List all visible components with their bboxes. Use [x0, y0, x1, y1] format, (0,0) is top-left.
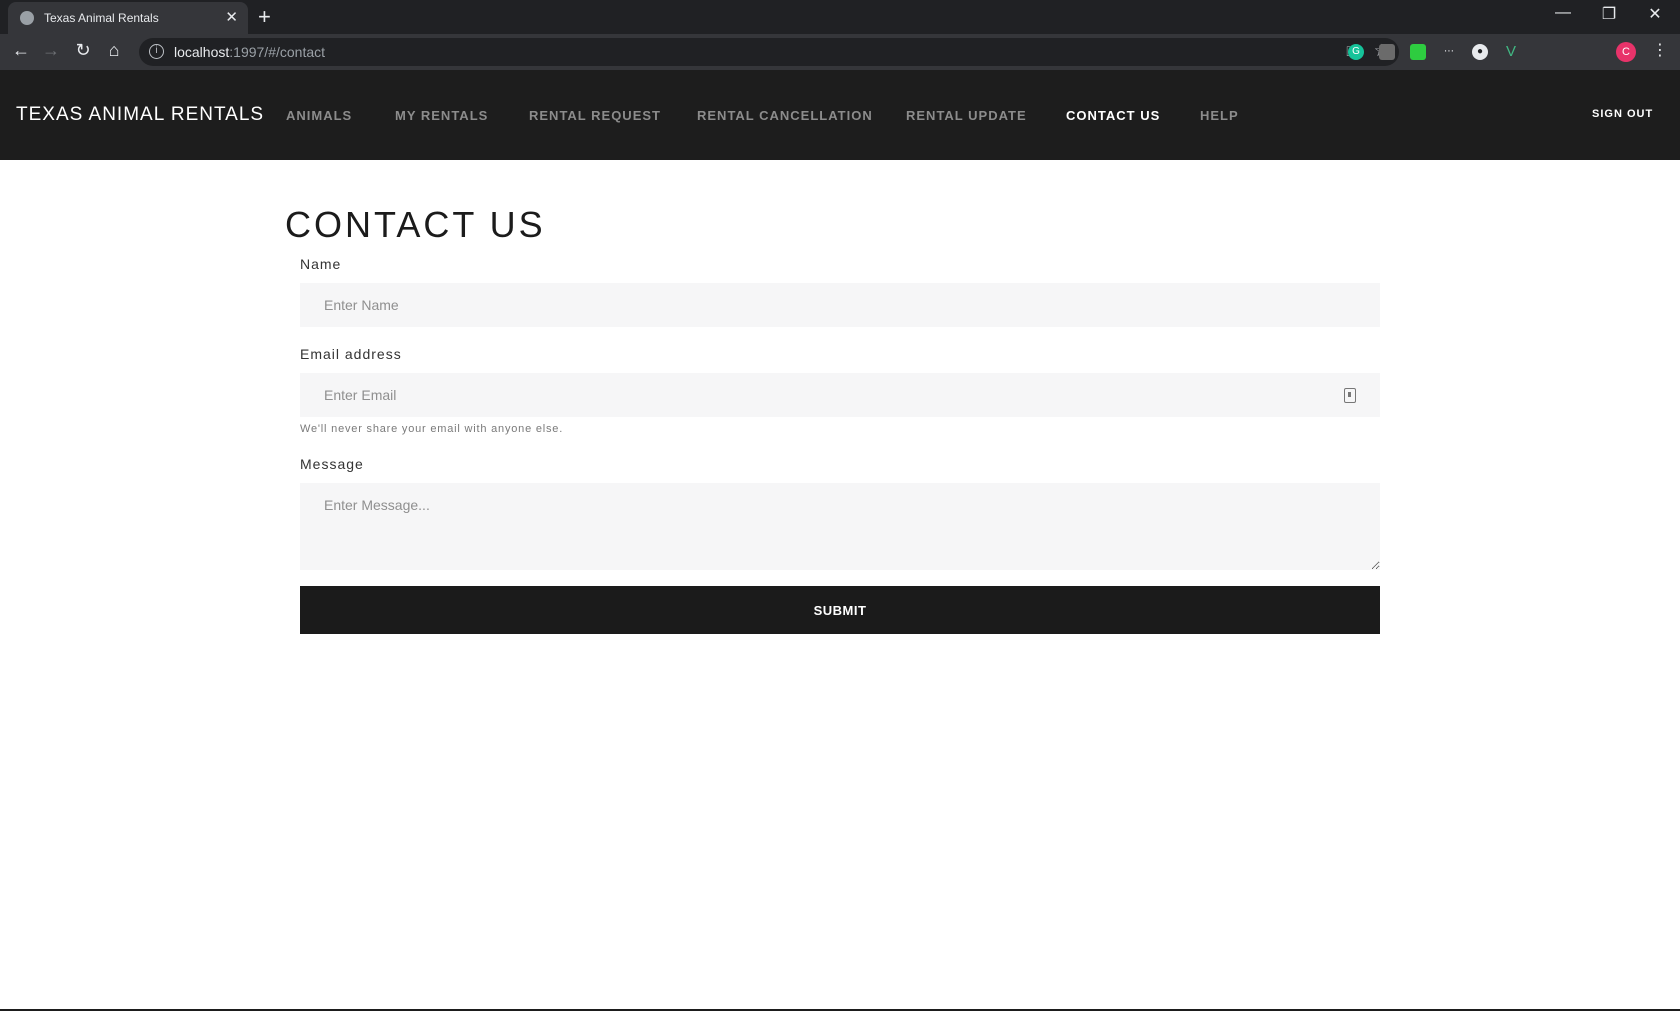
nav-animals[interactable]: ANIMALS [286, 108, 352, 123]
globe-icon [20, 11, 34, 25]
minimize-button[interactable]: — [1540, 4, 1586, 22]
app-navbar: TEXAS ANIMAL RENTALS ANIMALS MY RENTALS … [0, 70, 1680, 160]
extension-icon[interactable]: ⋯ [1441, 44, 1457, 60]
email-help-text: We'll never share your email with anyone… [300, 423, 564, 435]
email-input[interactable] [300, 373, 1380, 417]
nav-rental-update[interactable]: RENTAL UPDATE [906, 108, 1027, 123]
message-label: Message [300, 456, 364, 472]
info-icon[interactable]: i [149, 44, 164, 59]
url-host: localhost [174, 44, 230, 60]
nav-contact-us[interactable]: CONTACT US [1066, 108, 1160, 123]
submit-button[interactable]: SUBMIT [300, 586, 1380, 634]
autofill-icon[interactable] [1344, 388, 1356, 403]
browser-tab[interactable]: Texas Animal Rentals ✕ [8, 2, 248, 34]
github-icon[interactable]: ● [1472, 44, 1488, 60]
tab-close-icon[interactable]: ✕ [225, 8, 238, 26]
back-icon[interactable]: ← [8, 40, 34, 61]
new-tab-button[interactable]: + [258, 4, 271, 30]
browser-tab-bar: Texas Animal Rentals ✕ + — ❐ ✕ [0, 0, 1680, 34]
name-input[interactable] [300, 283, 1380, 327]
nav-my-rentals[interactable]: MY RENTALS [395, 108, 488, 123]
reload-icon[interactable]: ↻ [70, 40, 96, 61]
extension-icon[interactable] [1410, 44, 1426, 60]
window-close-button[interactable]: ✕ [1632, 4, 1678, 24]
extension-icon[interactable] [1379, 44, 1395, 60]
nav-rental-cancellation[interactable]: RENTAL CANCELLATION [697, 108, 873, 123]
profile-avatar[interactable]: C [1616, 42, 1636, 62]
url-path: :1997/#/contact [229, 44, 326, 60]
sign-out-link[interactable]: SIGN OUT [1592, 108, 1653, 120]
message-textarea[interactable] [300, 483, 1380, 570]
browser-toolbar: ← → ↻ ⌂ i localhost:1997/#/contact ⚿ ☆ [0, 34, 1680, 70]
name-label: Name [300, 256, 342, 272]
nav-help[interactable]: HELP [1200, 108, 1239, 123]
forward-icon[interactable]: → [38, 40, 64, 61]
url-text[interactable]: localhost:1997/#/contact [174, 44, 325, 60]
vue-devtools-icon[interactable]: V [1503, 44, 1519, 60]
address-bar[interactable]: i localhost:1997/#/contact ⚿ ☆ [139, 38, 1399, 66]
restore-button[interactable]: ❐ [1586, 4, 1632, 24]
grammarly-icon[interactable]: G [1348, 44, 1364, 60]
page-title: CONTACT US [285, 204, 546, 245]
email-label: Email address [300, 346, 402, 362]
nav-rental-request[interactable]: RENTAL REQUEST [529, 108, 661, 123]
brand-title[interactable]: TEXAS ANIMAL RENTALS [16, 104, 264, 126]
browser-menu-icon[interactable]: ⋮ [1652, 40, 1668, 60]
tab-title: Texas Animal Rentals [44, 11, 159, 25]
home-icon[interactable]: ⌂ [101, 40, 127, 61]
